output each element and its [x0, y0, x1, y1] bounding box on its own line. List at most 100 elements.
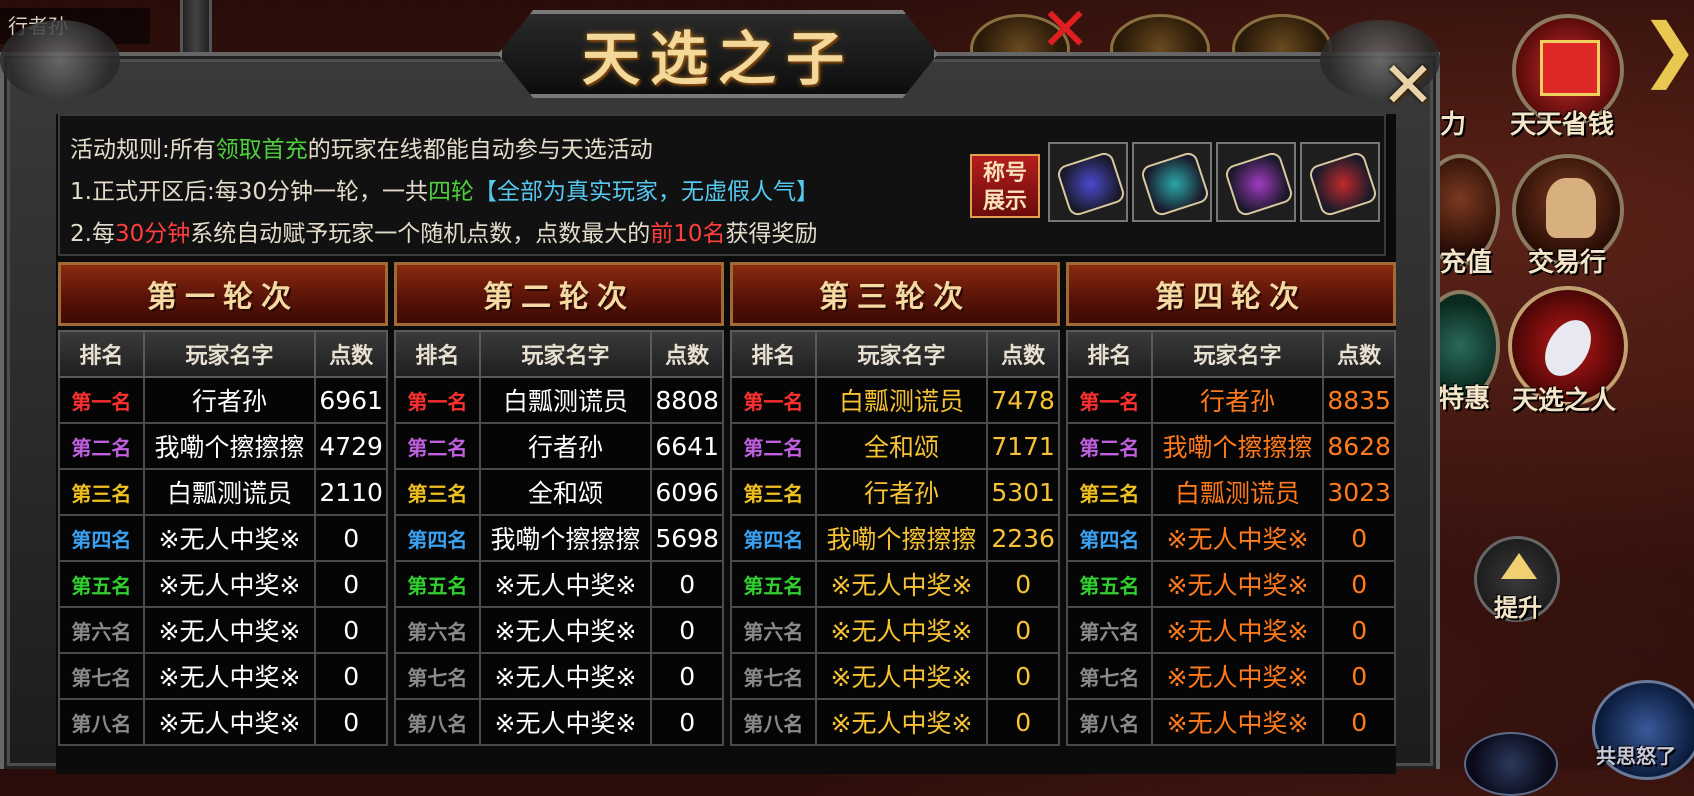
rank-label: 第八名	[1066, 698, 1153, 746]
title-slot-4[interactable]	[1300, 142, 1380, 222]
save-money-label: 天天省钱	[1510, 110, 1615, 140]
special-offer-label: 特惠	[1438, 384, 1491, 414]
points-cell: 0	[650, 606, 724, 654]
player-name-cell: 我嘞个擦擦擦	[814, 514, 989, 562]
table-row: 第五名 ※无人中奖※ 0	[1066, 560, 1396, 608]
trading-house-label: 交易行	[1528, 248, 1607, 278]
title-slot-2[interactable]	[1132, 142, 1212, 222]
table-row: 第五名 ※无人中奖※ 0	[58, 560, 388, 608]
round-panel-2: 第二轮次 排名 玩家名字 点数 第一名 白瓢测谎员 8808 第二名 行者孙 6641 第三名 全和颂…	[394, 262, 724, 746]
player-name-cell: ※无人中奖※	[142, 698, 317, 746]
table-row: 第八名 ※无人中奖※ 0	[1066, 698, 1396, 746]
player-name-cell: 行者孙	[142, 376, 317, 424]
column-header-player: 玩家名字	[142, 330, 317, 378]
player-name-cell: 全和颂	[478, 468, 653, 516]
player-name-cell: ※无人中奖※	[142, 514, 317, 562]
points-cell: 8835	[1322, 376, 1396, 424]
table-row: 第六名 ※无人中奖※ 0	[730, 606, 1060, 654]
rank-label: 第七名	[58, 652, 145, 700]
table-row: 第三名 白瓢测谎员 2110	[58, 468, 388, 516]
red-x-icon: ✕	[1040, 0, 1091, 65]
rule-segment: 系统自动赋予玩家一个随机点数，点数最大的	[190, 221, 651, 247]
rank-label: 第二名	[1066, 422, 1153, 470]
player-name-cell: ※无人中奖※	[142, 652, 317, 700]
table-row: 第一名 白瓢测谎员 7478	[730, 376, 1060, 424]
rule-segment: 2.每	[70, 221, 115, 247]
expand-chevron-icon[interactable]: ❯	[1640, 14, 1694, 84]
column-header-rank: 排名	[730, 330, 817, 378]
partial-label-top: 力	[1440, 110, 1467, 140]
table-row: 第六名 ※无人中奖※ 0	[394, 606, 724, 654]
player-name-cell: 我嘞个擦擦擦	[142, 422, 317, 470]
column-header-rank: 排名	[58, 330, 145, 378]
points-cell: 0	[314, 698, 388, 746]
rank-label: 第一名	[394, 376, 481, 424]
player-name-cell: ※无人中奖※	[814, 560, 989, 608]
player-name-cell: 行者孙	[478, 422, 653, 470]
rank-label: 第四名	[730, 514, 817, 562]
player-name-cell: 全和颂	[814, 422, 989, 470]
column-header-player: 玩家名字	[478, 330, 653, 378]
column-header-player: 玩家名字	[814, 330, 989, 378]
title-slot-1[interactable]	[1048, 142, 1128, 222]
upgrade-label: 提升	[1494, 594, 1542, 622]
points-cell: 0	[986, 560, 1060, 608]
points-cell: 0	[314, 652, 388, 700]
player-name-cell: 白瓢测谎员	[142, 468, 317, 516]
title-tag-line-1: 称号	[982, 161, 1027, 186]
points-cell: 0	[1322, 652, 1396, 700]
rank-label: 第五名	[1066, 560, 1153, 608]
close-button[interactable]: ✕	[1380, 54, 1436, 118]
up-arrow-icon	[1501, 553, 1537, 579]
round-panel-3: 第三轮次 排名 玩家名字 点数 第一名 白瓢测谎员 7478 第二名 全和颂 7171 第三名 行者孙…	[730, 262, 1060, 746]
table-row: 第七名 ※无人中奖※ 0	[730, 652, 1060, 700]
column-header-player: 玩家名字	[1150, 330, 1325, 378]
chosen-one-label: 天选之人	[1512, 386, 1617, 416]
points-cell: 0	[650, 560, 724, 608]
table-row: 第八名 ※无人中奖※ 0	[394, 698, 724, 746]
player-name-cell: ※无人中奖※	[142, 560, 317, 608]
player-name-cell: ※无人中奖※	[478, 698, 653, 746]
column-header-rank: 排名	[1066, 330, 1153, 378]
rules-box: 活动规则:所有领取首充的玩家在线都能自动参与天选活动 1.正式开区后:每30分钟…	[58, 114, 1386, 256]
points-cell: 0	[986, 698, 1060, 746]
rank-label: 第三名	[394, 468, 481, 516]
round-panel-4: 第四轮次 排名 玩家名字 点数 第一名 行者孙 8835 第二名 我嘞个擦擦擦 8628 第三名 白瓢…	[1066, 262, 1396, 746]
points-cell: 8808	[650, 376, 724, 424]
table-row: 第七名 ※无人中奖※ 0	[58, 652, 388, 700]
title-slot-3[interactable]	[1216, 142, 1296, 222]
rank-label: 第二名	[58, 422, 145, 470]
rank-label: 第一名	[58, 376, 145, 424]
points-cell: 0	[1322, 606, 1396, 654]
rule-segment: 【全部为真实玩家，无虚假人气】	[473, 179, 819, 205]
round-header: 第一轮次	[58, 262, 388, 326]
ranking-table: 排名 玩家名字 点数 第一名 白瓢测谎员 8808 第二名 行者孙 6641 第三名 全和颂 6096…	[394, 330, 724, 746]
bottom-right-label: 共思怒了	[1596, 744, 1676, 768]
rank-label: 第五名	[730, 560, 817, 608]
table-row: 第六名 ※无人中奖※ 0	[58, 606, 388, 654]
rank-label: 第八名	[58, 698, 145, 746]
round-header: 第四轮次	[1066, 262, 1396, 326]
points-cell: 6641	[650, 422, 724, 470]
table-row: 第四名 ※无人中奖※ 0	[58, 514, 388, 562]
title-display-tag[interactable]: 称号 展示	[970, 154, 1040, 218]
purple-scroll-icon	[1223, 150, 1295, 218]
rank-label: 第八名	[394, 698, 481, 746]
table-row: 第一名 行者孙 8835	[1066, 376, 1396, 424]
player-name-cell: ※无人中奖※	[478, 606, 653, 654]
rank-label: 第七名	[730, 652, 817, 700]
table-row: 第七名 ※无人中奖※ 0	[394, 652, 724, 700]
points-cell: 0	[314, 606, 388, 654]
rank-label: 第二名	[730, 422, 817, 470]
points-cell: 0	[986, 606, 1060, 654]
ranking-table: 排名 玩家名字 点数 第一名 行者孙 6961 第二名 我嘞个擦擦擦 4729 第三名 白瓢测谎员 2…	[58, 330, 388, 746]
player-name-cell: ※无人中奖※	[478, 560, 653, 608]
player-name-cell: ※无人中奖※	[1150, 514, 1325, 562]
points-cell: 7478	[986, 376, 1060, 424]
rank-label: 第四名	[58, 514, 145, 562]
table-row: 第四名 我嘞个擦擦擦 2236	[730, 514, 1060, 562]
rank-label: 第四名	[1066, 514, 1153, 562]
skill-orb-small[interactable]	[1464, 732, 1558, 796]
player-name-cell: ※无人中奖※	[142, 606, 317, 654]
player-name-cell: ※无人中奖※	[1150, 560, 1325, 608]
